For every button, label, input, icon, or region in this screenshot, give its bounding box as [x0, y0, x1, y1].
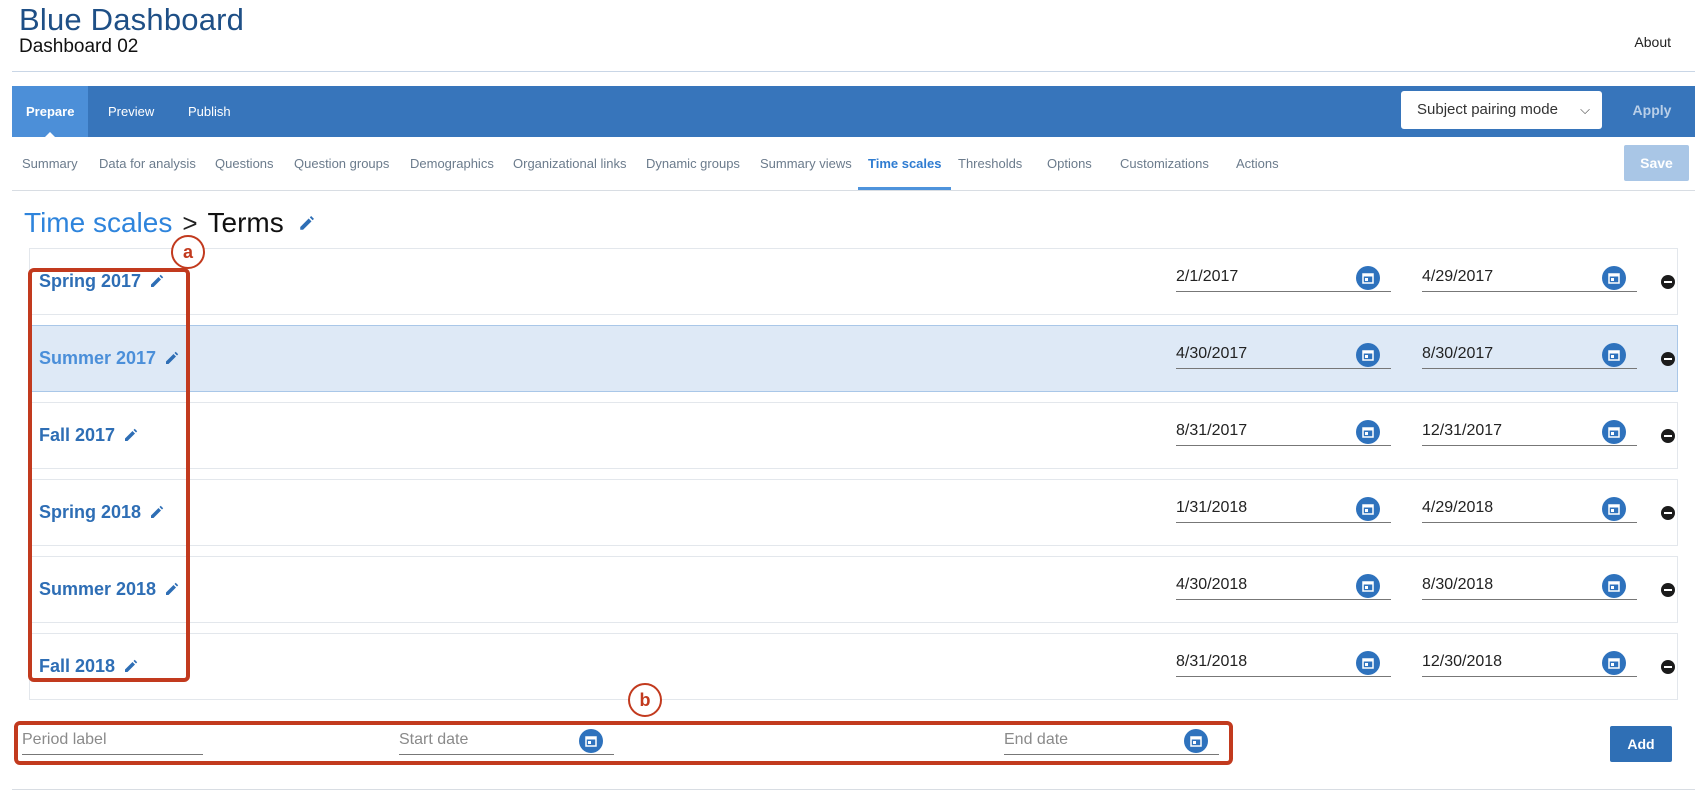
remove-term-button[interactable]	[1661, 583, 1675, 597]
end-date-input[interactable]	[1422, 650, 1592, 674]
annotation-box-a	[28, 268, 190, 682]
pairing-mode-value: Subject pairing mode	[1417, 101, 1558, 118]
remove-term-button[interactable]	[1661, 429, 1675, 443]
calendar-icon[interactable]	[1602, 266, 1626, 290]
add-period-button[interactable]: Add	[1610, 726, 1672, 762]
end-date-input[interactable]	[1422, 573, 1592, 597]
start-date-field[interactable]	[1176, 494, 1391, 523]
subnav-time-scales[interactable]: Time scales	[858, 137, 952, 190]
term-row: Summer 2018	[29, 556, 1678, 623]
subnav-demographics[interactable]: Demographics	[410, 137, 494, 190]
remove-term-button[interactable]	[1661, 506, 1675, 520]
end-date-input[interactable]	[1422, 419, 1592, 443]
app-title: Blue Dashboard	[19, 2, 245, 37]
subnav-options[interactable]: Options	[1047, 137, 1092, 190]
chevron-down-icon: ⌵	[1580, 102, 1590, 117]
pencil-icon[interactable]	[298, 214, 316, 232]
calendar-icon[interactable]	[1356, 574, 1380, 598]
tab-preview[interactable]: Preview	[94, 86, 168, 137]
end-date-field[interactable]	[1422, 494, 1637, 523]
term-row: Spring 2017	[29, 248, 1678, 315]
start-date-input[interactable]	[1176, 342, 1346, 366]
calendar-icon[interactable]	[1602, 420, 1626, 444]
start-date-input[interactable]	[1176, 573, 1346, 597]
apply-button[interactable]: Apply	[1614, 91, 1690, 129]
term-row: Spring 2018	[29, 479, 1678, 546]
start-date-field[interactable]	[1176, 263, 1391, 292]
tab-prepare[interactable]: Prepare	[12, 86, 89, 138]
pairing-mode-select[interactable]: Subject pairing mode ⌵	[1401, 91, 1602, 129]
start-date-field[interactable]	[1176, 340, 1391, 369]
calendar-icon[interactable]	[1602, 343, 1626, 367]
start-date-field[interactable]	[1176, 417, 1391, 446]
calendar-icon[interactable]	[1356, 266, 1380, 290]
breadcrumb-time-scales[interactable]: Time scales	[24, 207, 172, 239]
calendar-icon[interactable]	[1602, 574, 1626, 598]
end-date-field[interactable]	[1422, 340, 1637, 369]
end-date-input[interactable]	[1422, 342, 1592, 366]
breadcrumb: Time scales > Terms	[24, 206, 316, 240]
calendar-icon[interactable]	[1602, 651, 1626, 675]
subnav-question-groups[interactable]: Question groups	[294, 137, 389, 190]
start-date-input[interactable]	[1176, 650, 1346, 674]
subnav-data-for-analysis[interactable]: Data for analysis	[99, 137, 196, 190]
app-header: Blue Dashboard Dashboard 02 About	[0, 0, 1695, 72]
subnav-actions[interactable]: Actions	[1236, 137, 1279, 190]
about-link[interactable]: About	[1634, 34, 1671, 50]
end-date-field[interactable]	[1422, 417, 1637, 446]
subnav-dynamic-groups[interactable]: Dynamic groups	[646, 137, 740, 190]
calendar-icon[interactable]	[1602, 497, 1626, 521]
annotation-box-b	[14, 721, 1233, 765]
subnav-customizations[interactable]: Customizations	[1120, 137, 1209, 190]
end-date-input[interactable]	[1422, 265, 1592, 289]
remove-term-button[interactable]	[1661, 660, 1675, 674]
tab-publish[interactable]: Publish	[174, 86, 245, 137]
subnav-summary-views[interactable]: Summary views	[760, 137, 852, 190]
breadcrumb-separator: >	[182, 207, 198, 238]
subnav-questions[interactable]: Questions	[215, 137, 274, 190]
end-date-field[interactable]	[1422, 263, 1637, 292]
start-date-input[interactable]	[1176, 419, 1346, 443]
calendar-icon[interactable]	[1356, 497, 1380, 521]
end-date-field[interactable]	[1422, 648, 1637, 677]
calendar-icon[interactable]	[1356, 343, 1380, 367]
start-date-input[interactable]	[1176, 496, 1346, 520]
end-date-input[interactable]	[1422, 496, 1592, 520]
subnav-organizational-links[interactable]: Organizational links	[513, 137, 626, 190]
term-row: Fall 2018	[29, 633, 1678, 700]
end-date-field[interactable]	[1422, 571, 1637, 600]
start-date-input[interactable]	[1176, 265, 1346, 289]
sub-navigation: Summary Data for analysis Questions Ques…	[12, 137, 1695, 191]
term-row: Summer 2017	[29, 325, 1678, 392]
header-divider	[12, 71, 1695, 72]
annotation-marker-b: b	[628, 683, 662, 717]
term-row: Fall 2017	[29, 402, 1678, 469]
dashboard-name: Dashboard 02	[19, 36, 139, 57]
calendar-icon[interactable]	[1356, 651, 1380, 675]
remove-term-button[interactable]	[1661, 275, 1675, 289]
remove-term-button[interactable]	[1661, 352, 1675, 366]
subnav-thresholds[interactable]: Thresholds	[958, 137, 1022, 190]
breadcrumb-current: Terms	[207, 207, 284, 238]
start-date-field[interactable]	[1176, 648, 1391, 677]
annotation-marker-a: a	[171, 235, 205, 269]
footer-divider	[12, 789, 1695, 790]
calendar-icon[interactable]	[1356, 420, 1380, 444]
subnav-summary[interactable]: Summary	[22, 137, 78, 190]
save-button[interactable]: Save	[1624, 145, 1689, 181]
start-date-field[interactable]	[1176, 571, 1391, 600]
